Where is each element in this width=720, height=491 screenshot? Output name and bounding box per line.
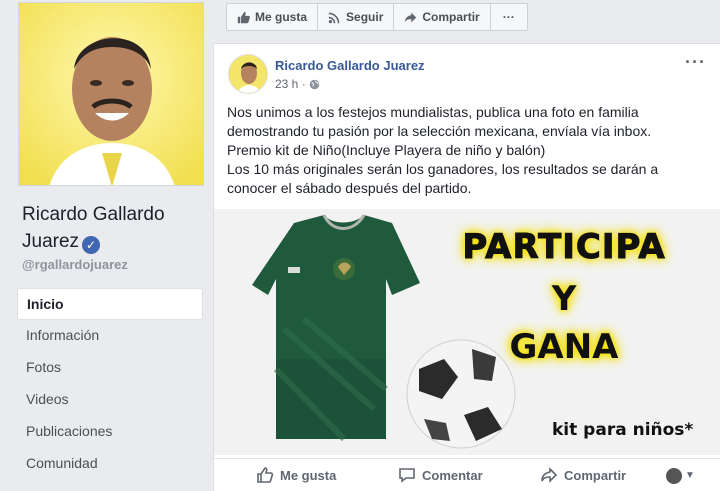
post-text-line: demostrando tu pasión por la selección m… bbox=[227, 123, 652, 139]
verified-check-icon: ✓ bbox=[82, 236, 101, 254]
post-author-link[interactable]: Ricardo Gallardo Juarez bbox=[275, 58, 425, 73]
profile-photo-image bbox=[19, 3, 203, 185]
left-column: Ricardo Gallardo Juarez ✓ @rgallardojuare… bbox=[0, 0, 213, 491]
post-text-line: conocer el sábado después del partido. bbox=[227, 180, 472, 196]
promo-headline-2: Y bbox=[551, 279, 577, 319]
actor-selector-avatar[interactable] bbox=[666, 468, 682, 484]
more-options-button[interactable]: ··· bbox=[489, 3, 528, 31]
avatar-photo bbox=[229, 55, 267, 93]
nav-item-publicaciones[interactable]: Publicaciones bbox=[17, 416, 203, 448]
follow-button[interactable]: Seguir bbox=[317, 3, 395, 31]
post-text-line: Los 10 más originales serán los ganadore… bbox=[227, 161, 659, 177]
post-timestamp[interactable]: 23 h · bbox=[275, 77, 306, 91]
nav-item-fotos[interactable]: Fotos bbox=[17, 352, 203, 384]
share-page-button[interactable]: Compartir bbox=[393, 3, 491, 31]
kit-caption: kit para niños* bbox=[552, 420, 694, 440]
share-post-label: Compartir bbox=[564, 467, 627, 483]
follow-label: Seguir bbox=[346, 10, 384, 24]
page-title: Ricardo Gallardo Juarez ✓ bbox=[22, 201, 207, 255]
like-post-label: Me gusta bbox=[280, 467, 337, 483]
nav-item-informacion[interactable]: Información bbox=[17, 320, 203, 352]
like-page-button[interactable]: Me gusta bbox=[226, 3, 319, 31]
comment-bubble-icon bbox=[399, 468, 415, 483]
nav-item-inicio[interactable]: Inicio bbox=[17, 288, 203, 320]
page-handle[interactable]: @rgallardojuarez bbox=[22, 257, 128, 272]
post-text: Nos unimos a los festejos mundialistas, … bbox=[227, 103, 707, 198]
comment-button[interactable]: Comentar bbox=[398, 466, 483, 484]
share-page-label: Compartir bbox=[422, 10, 480, 24]
promo-headline-1: PARTICIPA bbox=[462, 227, 666, 268]
page-action-bar: Me gusta Seguir Compartir ··· bbox=[226, 3, 528, 31]
post-meta: 23 h · bbox=[275, 77, 320, 91]
share-arrow-icon bbox=[405, 12, 417, 22]
post-text-line: Premio kit de Niño(Incluye Playera de ni… bbox=[227, 142, 546, 158]
comment-label: Comentar bbox=[422, 467, 483, 483]
post-actions: Me gusta Comentar Compartir ▼ bbox=[214, 458, 720, 491]
like-page-label: Me gusta bbox=[255, 10, 308, 24]
thumbs-up-icon bbox=[257, 467, 274, 483]
post-card: Ricardo Gallardo Juarez 23 h · ··· Nos u… bbox=[213, 43, 720, 491]
share-post-button[interactable]: Compartir bbox=[540, 466, 626, 484]
post-text-line: Nos unimos a los festejos mundialistas, … bbox=[227, 104, 639, 120]
post-image[interactable]: PARTICIPA Y GANA kit para niños* bbox=[214, 209, 720, 455]
promo-headline-3: GANA bbox=[509, 327, 619, 367]
post-options-icon[interactable]: ··· bbox=[685, 52, 706, 73]
nav-item-videos[interactable]: Videos bbox=[17, 384, 203, 416]
more-dots-icon: ··· bbox=[502, 10, 515, 24]
chevron-down-icon[interactable]: ▼ bbox=[685, 470, 695, 481]
rss-follow-icon bbox=[328, 12, 340, 23]
like-post-button[interactable]: Me gusta bbox=[256, 466, 336, 484]
share-arrow-icon bbox=[541, 467, 558, 483]
page-nav: Inicio Información Fotos Videos Publicac… bbox=[17, 288, 203, 480]
profile-picture[interactable] bbox=[18, 2, 204, 186]
thumbs-up-icon bbox=[237, 11, 250, 23]
author-avatar[interactable] bbox=[228, 54, 268, 94]
globe-icon bbox=[309, 79, 319, 89]
nav-item-comunidad[interactable]: Comunidad bbox=[17, 448, 203, 480]
